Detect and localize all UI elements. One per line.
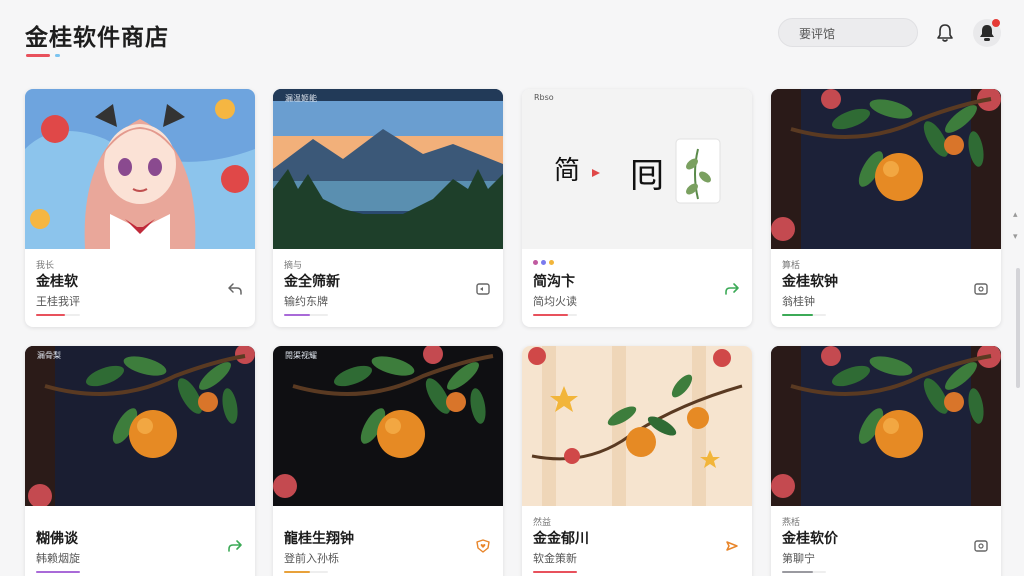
svg-text:囘: 囘 bbox=[630, 156, 664, 196]
app-title: 金全筛新 bbox=[284, 274, 340, 290]
forward-arrow-icon[interactable] bbox=[724, 281, 740, 297]
bell-icon[interactable] bbox=[934, 22, 956, 44]
progress-fill bbox=[782, 314, 813, 316]
app-thumbnail bbox=[771, 89, 1001, 249]
app-title: 金桂软件商店 bbox=[25, 25, 169, 51]
search-input[interactable]: 要评馆 bbox=[778, 18, 918, 47]
settings-icon[interactable] bbox=[973, 538, 989, 554]
app-thumbnail: 漏骨梨 bbox=[25, 346, 255, 506]
forward-arrow-icon[interactable] bbox=[227, 538, 243, 554]
app-subtitle: 输约东牌 bbox=[284, 295, 328, 308]
scrollbar-thumb[interactable] bbox=[1016, 268, 1020, 388]
app-thumbnail: 漏温姬能 bbox=[273, 89, 503, 249]
settings-icon[interactable] bbox=[973, 281, 989, 297]
progress-fill bbox=[533, 571, 577, 573]
progress-bar bbox=[36, 571, 80, 573]
progress-bar bbox=[782, 314, 826, 316]
app-subtitle: 登前入孙栎 bbox=[284, 552, 339, 565]
heart-shield-icon[interactable] bbox=[475, 538, 491, 554]
thumbnail-caption: 漏温姬能 bbox=[285, 94, 317, 103]
app-subtitle: 韩赖烟旋 bbox=[36, 552, 80, 565]
app-category: 然益 bbox=[533, 518, 552, 528]
progress-bar bbox=[782, 571, 826, 573]
app-category: 燕栝 bbox=[782, 518, 801, 528]
app-subtitle: 王桂我评 bbox=[36, 295, 80, 308]
app-subtitle: 简均火读 bbox=[533, 295, 577, 308]
app-card[interactable]: 漏骨梨 糊佛谈 韩赖烟旋 bbox=[25, 346, 255, 576]
progress-fill bbox=[533, 314, 569, 316]
progress-fill bbox=[782, 571, 813, 573]
avatar[interactable] bbox=[973, 19, 1001, 47]
progress-fill bbox=[36, 571, 80, 573]
app-title: 金金郁川 bbox=[533, 531, 589, 547]
progress-bar bbox=[36, 314, 80, 316]
svg-text:简: 简 bbox=[554, 156, 580, 186]
progress-bar bbox=[533, 314, 577, 316]
thumbnail-caption: Rbso bbox=[534, 93, 554, 102]
app-category: 摘与 bbox=[284, 261, 303, 271]
title-underline bbox=[26, 54, 50, 57]
app-category: 算栝 bbox=[782, 261, 801, 271]
progress-fill bbox=[36, 314, 65, 316]
app-card[interactable]: 简 囘 Rbso 简沟卞 简均火读 bbox=[522, 89, 752, 327]
app-thumbnail: 简 囘 Rbso bbox=[522, 89, 752, 249]
app-title: 金桂软钟 bbox=[782, 274, 838, 290]
notification-dot bbox=[992, 19, 1000, 27]
progress-bar bbox=[533, 571, 577, 573]
scroll-up-icon[interactable]: ▴ bbox=[1013, 210, 1018, 220]
app-card[interactable]: 燕栝 金桂软价 第聊宁 bbox=[771, 346, 1001, 576]
title-underline-dot bbox=[55, 54, 60, 57]
app-card[interactable]: 漏温姬能 摘与 金全筛新 输约东牌 bbox=[273, 89, 503, 327]
app-thumbnail: 閱渠视耀 bbox=[273, 346, 503, 506]
top-bar: 金桂软件商店 要评馆 bbox=[0, 0, 1024, 72]
share-back-icon[interactable] bbox=[227, 281, 243, 297]
forward-arrow-icon[interactable] bbox=[724, 538, 740, 554]
app-title: 龍桂生翔钟 bbox=[284, 531, 354, 547]
app-title: 糊佛谈 bbox=[36, 531, 78, 547]
app-card[interactable]: 我长 金桂软 王桂我评 bbox=[25, 89, 255, 327]
progress-bar bbox=[284, 314, 328, 316]
app-title: 简沟卞 bbox=[533, 274, 575, 290]
app-thumbnail bbox=[771, 346, 1001, 506]
progress-fill bbox=[284, 571, 311, 573]
app-title: 金桂软 bbox=[36, 274, 78, 290]
app-card[interactable]: 閱渠视耀 龍桂生翔钟 登前入孙栎 bbox=[273, 346, 503, 576]
app-card[interactable]: 然益 金金郁川 软金策新 bbox=[522, 346, 752, 576]
app-subtitle: 第聊宁 bbox=[782, 552, 815, 565]
status-dots bbox=[533, 258, 554, 268]
thumbnail-caption: 閱渠视耀 bbox=[285, 351, 317, 360]
app-title: 金桂软价 bbox=[782, 531, 838, 547]
progress-bar bbox=[284, 571, 328, 573]
app-subtitle: 软金策新 bbox=[533, 552, 577, 565]
open-window-icon[interactable] bbox=[475, 281, 491, 297]
app-category: 我长 bbox=[36, 261, 55, 271]
progress-fill bbox=[284, 314, 311, 316]
thumbnail-caption: 漏骨梨 bbox=[37, 351, 61, 360]
app-thumbnail bbox=[25, 89, 255, 249]
app-thumbnail bbox=[522, 346, 752, 506]
app-card[interactable]: 算栝 金桂软钟 翁桂钟 bbox=[771, 89, 1001, 327]
app-subtitle: 翁桂钟 bbox=[782, 295, 815, 308]
scroll-down-icon[interactable]: ▾ bbox=[1013, 232, 1018, 242]
